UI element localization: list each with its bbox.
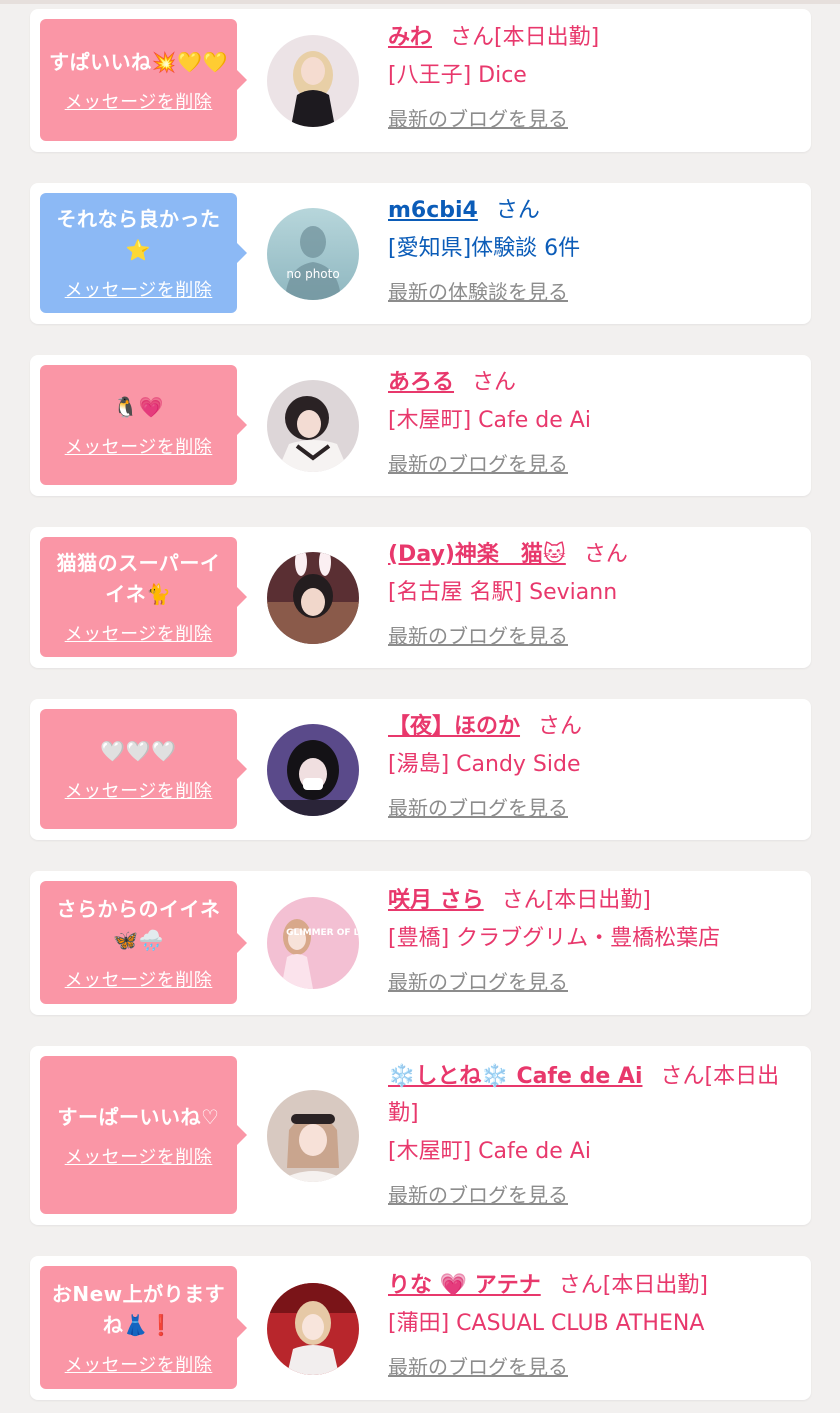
shop-label: [蒲田] CASUAL CLUB ATHENA [388,1311,705,1336]
user-info: ❄️しとね❄️ Cafe de Ai さん[本日出勤] [木屋町] Cafe de… [388,1058,798,1210]
no-photo-label: no photo [286,267,339,281]
delete-message-link[interactable]: メッセージを削除 [65,276,213,302]
like-card: おNew上がりますね👗❗ メッセージを削除 りな 💗 アテナ さん[本日出勤] [… [30,1256,811,1400]
work-status: [本日出勤] [602,1273,708,1298]
like-message-text: さらからのイイネ🦋🌧️ [56,896,221,952]
shop-label: [名古屋 名駅] Seviann [388,580,618,605]
like-message-bubble: おNew上がりますね👗❗ メッセージを削除 [40,1266,247,1389]
avatar[interactable] [267,724,359,816]
shop-label: [木屋町] Cafe de Ai [388,408,591,433]
avatar[interactable] [267,35,359,127]
avatar[interactable] [267,380,359,472]
avatar-no-photo[interactable]: no photo [267,208,359,300]
like-message-bubble: それなら良かった⭐ メッセージを削除 [40,193,247,313]
honorific: さん [495,198,540,223]
like-message-text: 🐧💗 [113,394,164,419]
delete-message-link[interactable]: メッセージを削除 [65,1143,213,1169]
user-name-link[interactable]: m6cbi4 [388,198,478,223]
latest-blog-link[interactable]: 最新のブログを見る [388,967,568,997]
like-card: 🐧💗 メッセージを削除 あろる さん [木屋町] Cafe de Ai 最新のブロ… [30,355,811,496]
latest-blog-link[interactable]: 最新のブログを見る [388,793,568,823]
like-message-text: 🤍🤍🤍 [100,738,177,763]
user-name-link[interactable]: ❄️しとね❄️ Cafe de Ai [388,1064,642,1089]
like-message-bubble: 猫猫のスーパーイイネ🐈 メッセージを削除 [40,537,247,657]
shop-label: [湯島] Candy Side [388,752,581,777]
like-message-text: それなら良かった⭐ [56,207,221,262]
work-status: [本日出勤] [545,888,651,913]
work-status: [本日出勤] [494,25,600,50]
user-name-link[interactable]: みわ [388,25,432,50]
latest-blog-link[interactable]: 最新のブログを見る [388,1352,568,1382]
user-info: m6cbi4 さん [愛知県]体験談 6件 最新の体験談を見る [388,192,798,307]
latest-review-link[interactable]: 最新の体験談を見る [388,277,568,307]
delete-message-link[interactable]: メッセージを削除 [65,88,213,114]
user-info: (Day)神楽 猫🐱 さん [名古屋 名駅] Seviann 最新のブログを見る [388,536,798,651]
honorific: さん [583,542,628,567]
avatar[interactable] [267,1090,359,1182]
avatar[interactable]: GLIMMER OF LIGHT [267,897,359,989]
user-info: 【夜】ほのか さん [湯島] Candy Side 最新のブログを見る [388,708,798,823]
like-card: それなら良かった⭐ メッセージを削除 no photo m6cbi4 さん [愛知… [30,183,811,324]
avatar-caption: GLIMMER OF LIGHT [286,928,359,938]
honorific: さん [472,370,517,395]
honorific: さん [501,888,546,913]
like-message-bubble: すぱいいね💥💛💛 メッセージを削除 [40,19,247,141]
honorific: さん [558,1273,603,1298]
like-card: 猫猫のスーパーイイネ🐈 メッセージを削除 (Day)神楽 猫🐱 さん [名古屋 名… [30,527,811,668]
like-card: すぱいいね💥💛💛 メッセージを削除 みわ さん[本日出勤] [八王子] Dice … [30,9,811,152]
like-message-bubble: さらからのイイネ🦋🌧️ メッセージを削除 [40,881,247,1004]
like-message-bubble: すーぱーいいね♡ メッセージを削除 [40,1056,247,1214]
delete-message-link[interactable]: メッセージを削除 [65,1351,213,1377]
latest-blog-link[interactable]: 最新のブログを見る [388,449,568,479]
honorific: さん [660,1064,705,1089]
user-info: りな 💗 アテナ さん[本日出勤] [蒲田] CASUAL CLUB ATHENA… [388,1267,798,1382]
delete-message-link[interactable]: メッセージを削除 [65,966,213,992]
user-info: みわ さん[本日出勤] [八王子] Dice 最新のブログを見る [388,19,798,134]
shop-label: [豊橋] クラブグリム・豊橋松葉店 [388,926,721,951]
like-card: さらからのイイネ🦋🌧️ メッセージを削除 GLIMMER OF LIGHT 咲月… [30,871,811,1015]
delete-message-link[interactable]: メッセージを削除 [65,777,213,803]
like-card: すーぱーいいね♡ メッセージを削除 ❄️しとね❄️ Cafe de Ai さん[本… [30,1046,811,1225]
user-name-link[interactable]: 咲月 さら [388,888,484,913]
latest-blog-link[interactable]: 最新のブログを見る [388,1180,568,1210]
like-message-bubble: 🐧💗 メッセージを削除 [40,365,247,485]
honorific: さん [450,25,495,50]
review-count-label: [愛知県]体験談 6件 [388,236,581,261]
user-info: あろる さん [木屋町] Cafe de Ai 最新のブログを見る [388,364,798,479]
like-message-text: おNew上がりますね👗❗ [51,1281,226,1337]
shop-label: [八王子] Dice [388,63,527,88]
latest-blog-link[interactable]: 最新のブログを見る [388,621,568,651]
avatar[interactable] [267,1283,359,1375]
like-message-text: すぱいいね💥💛💛 [49,49,228,74]
user-name-link[interactable]: (Day)神楽 猫🐱 [388,542,566,567]
top-divider [0,0,840,4]
like-message-text: すーぱーいいね♡ [57,1104,220,1129]
shop-label: [木屋町] Cafe de Ai [388,1139,591,1164]
like-message-text: 猫猫のスーパーイイネ🐈 [56,551,221,606]
user-name-link[interactable]: あろる [388,370,454,395]
user-name-link[interactable]: 【夜】ほのか [388,714,520,739]
delete-message-link[interactable]: メッセージを削除 [65,433,213,459]
user-name-link[interactable]: りな 💗 アテナ [388,1273,541,1298]
avatar[interactable] [267,552,359,644]
honorific: さん [538,714,583,739]
like-message-bubble: 🤍🤍🤍 メッセージを削除 [40,709,247,829]
latest-blog-link[interactable]: 最新のブログを見る [388,104,568,134]
user-info: 咲月 さら さん[本日出勤] [豊橋] クラブグリム・豊橋松葉店 最新のブログを見… [388,882,798,997]
delete-message-link[interactable]: メッセージを削除 [65,620,213,646]
like-card: 🤍🤍🤍 メッセージを削除 【夜】ほのか さん [湯島] Candy Side 最新… [30,699,811,840]
